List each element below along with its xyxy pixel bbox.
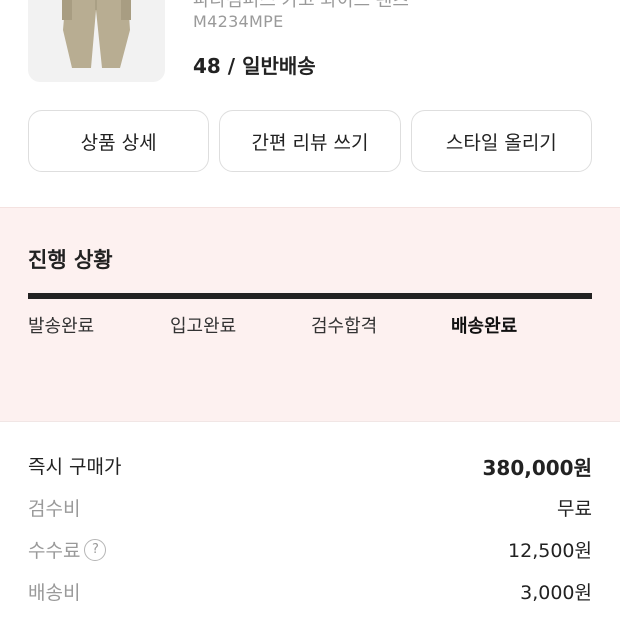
inspection-fee-label: 검수비 bbox=[28, 498, 81, 520]
purchase-price-label: 즉시 구매가 bbox=[28, 456, 122, 478]
shipping-fee-value: 3,000원 bbox=[520, 582, 592, 604]
step-sent: 발송완료 bbox=[28, 316, 95, 337]
help-icon[interactable]: ? bbox=[84, 538, 107, 561]
fee-row-commission: 수수료 ? 12,500원 bbox=[28, 530, 592, 572]
commission-fee-value: 12,500원 bbox=[508, 540, 592, 562]
fee-row-inspection: 검수비 무료 bbox=[28, 488, 592, 530]
commission-fee-label: 수수료 bbox=[28, 540, 81, 562]
fee-row-shipping: 배송비 3,000원 bbox=[28, 572, 592, 614]
product-summary: 파라점퍼스 카고 와이드 팬츠 M4234MPE 48 / 일반배송 bbox=[0, 0, 620, 110]
commission-label-group: 수수료 ? bbox=[28, 536, 107, 563]
progress-title: 진행 상황 bbox=[28, 248, 113, 272]
write-review-button[interactable]: 간편 리뷰 쓰기 bbox=[219, 110, 401, 172]
progress-panel: 진행 상황 발송완료 입고완료 검수합격 배송완료 bbox=[0, 207, 620, 422]
post-style-button[interactable]: 스타일 올리기 bbox=[410, 110, 592, 172]
step-received: 입고완료 bbox=[170, 316, 237, 337]
product-detail-button[interactable]: 상품 상세 bbox=[28, 110, 210, 172]
product-thumbnail[interactable] bbox=[28, 0, 165, 82]
action-buttons: 상품 상세 간편 리뷰 쓰기 스타일 올리기 bbox=[28, 110, 592, 172]
inspection-fee-value: 무료 bbox=[557, 498, 592, 520]
progress-bar-fill bbox=[28, 293, 592, 299]
progress-steps: 발송완료 입고완료 검수합격 배송완료 bbox=[28, 312, 592, 338]
fee-row-purchase-price: 즉시 구매가 380,000원 bbox=[28, 446, 592, 488]
pants-image bbox=[62, 0, 131, 68]
step-inspected: 검수합격 bbox=[311, 316, 378, 337]
product-size-delivery: 48 / 일반배송 bbox=[193, 54, 316, 78]
shipping-fee-label: 배송비 bbox=[28, 582, 81, 604]
purchase-price-value: 380,000원 bbox=[482, 456, 593, 480]
product-code: M4234MPE bbox=[193, 12, 284, 31]
product-name: 파라점퍼스 카고 와이드 팬츠 bbox=[193, 0, 409, 11]
progress-bar bbox=[28, 293, 592, 299]
price-breakdown: 즉시 구매가 380,000원 검수비 무료 수수료 ? 12,500원 배송비… bbox=[28, 446, 592, 614]
step-delivered: 배송완료 bbox=[451, 316, 518, 337]
